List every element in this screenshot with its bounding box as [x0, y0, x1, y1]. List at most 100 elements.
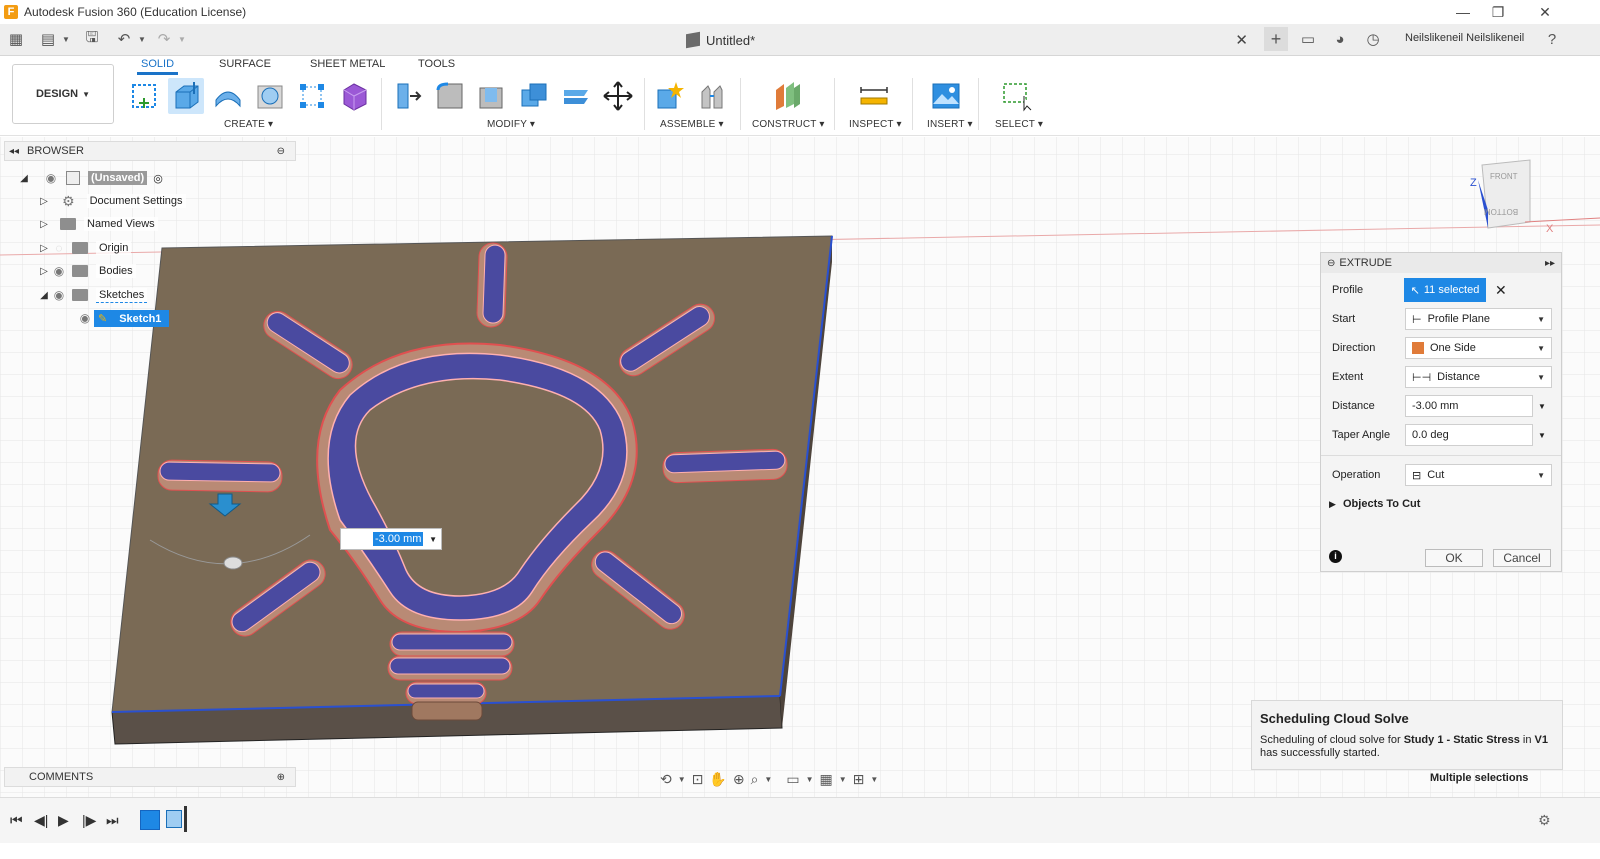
form-icon[interactable] [336, 78, 372, 114]
redo-icon[interactable]: ↷ [154, 29, 174, 49]
tab-tools[interactable]: TOOLS [414, 58, 459, 70]
chevron-down-icon[interactable]: ▼ [1538, 402, 1546, 411]
workspace-switcher[interactable]: DESIGN ▼ [12, 64, 114, 124]
measure-icon[interactable] [856, 78, 892, 114]
chevron-down-icon[interactable]: ▼ [839, 775, 847, 784]
tab-surface[interactable]: SURFACE [215, 58, 275, 70]
cancel-button[interactable]: Cancel [1493, 549, 1551, 567]
inspect-group-menu[interactable]: INSPECT ▾ [849, 119, 902, 130]
document-tab[interactable]: Untitled* ✕ [670, 28, 1270, 52]
tab-solid[interactable]: SOLID [137, 58, 179, 75]
file-menu-icon[interactable]: ▤ [38, 29, 58, 49]
orbit-icon[interactable]: ⟲ [660, 771, 672, 788]
expand-triangle-icon[interactable]: ▷ [38, 266, 50, 277]
visibility-eye-icon[interactable]: ◉ [50, 288, 68, 302]
extrude-icon[interactable] [168, 78, 204, 114]
insert-group-menu[interactable]: INSERT ▾ [927, 119, 973, 130]
browser-item-origin[interactable]: ▷ ◌ Origin [38, 238, 132, 258]
visibility-eye-icon[interactable]: ◉ [50, 264, 68, 278]
cloud-solve-notification[interactable]: Scheduling Cloud Solve Scheduling of clo… [1251, 700, 1563, 770]
clock-icon[interactable]: ◷ [1363, 29, 1383, 49]
pattern-icon[interactable] [294, 78, 330, 114]
collapse-triangle-icon[interactable]: ◢ [38, 290, 50, 301]
pan-hand-icon[interactable]: ✋ [709, 771, 726, 788]
fillet-icon[interactable] [432, 78, 468, 114]
zoom-window-icon[interactable]: ⌕ [751, 771, 759, 788]
new-component-icon[interactable] [652, 78, 688, 114]
start-dropdown[interactable]: ⊢ Profile Plane ▼ [1405, 308, 1552, 330]
expand-triangle-icon[interactable]: ▷ [38, 196, 50, 207]
comments-panel-header[interactable]: COMMENTS ⊕ [4, 767, 296, 787]
expand-dialog-icon[interactable]: ▸▸ [1545, 258, 1555, 269]
job-status-icon[interactable]: ◕ [1330, 29, 1350, 49]
assemble-group-menu[interactable]: ASSEMBLE ▾ [660, 119, 724, 130]
grid-settings-icon[interactable]: ▦ [819, 771, 832, 788]
data-panel-grid-icon[interactable]: ▦ [6, 29, 26, 49]
redo-dropdown-icon[interactable]: ▼ [172, 29, 192, 49]
create-sketch-icon[interactable] [126, 78, 162, 114]
help-icon[interactable]: ? [1542, 29, 1562, 49]
revolve-icon[interactable] [210, 78, 246, 114]
collapse-browser-icon[interactable]: ◂◂ [9, 146, 19, 157]
insert-image-icon[interactable] [928, 78, 964, 114]
construct-group-menu[interactable]: CONSTRUCT ▾ [752, 119, 825, 130]
select-group-menu[interactable]: SELECT ▾ [995, 119, 1043, 130]
visibility-eye-icon[interactable]: ◉ [42, 171, 60, 185]
clear-selection-icon[interactable]: ✕ [1495, 282, 1507, 299]
offset-face-icon[interactable] [558, 78, 594, 114]
expand-triangle-icon[interactable]: ▶ [1329, 499, 1336, 510]
chevron-down-icon[interactable]: ▼ [429, 535, 437, 544]
save-icon[interactable]: 🖫 [82, 29, 102, 49]
press-pull-icon[interactable] [390, 78, 426, 114]
visibility-eye-icon[interactable]: ◉ [76, 311, 94, 325]
step-forward-icon[interactable]: |▶ [82, 812, 96, 829]
expand-triangle-icon[interactable]: ▷ [38, 219, 50, 230]
extent-dropdown[interactable]: ⊢⊣ Distance ▼ [1405, 366, 1552, 388]
create-group-menu[interactable]: CREATE ▾ [224, 119, 273, 130]
chevron-down-icon[interactable]: ▼ [806, 775, 814, 784]
extrude-header[interactable]: ⊖ EXTRUDE ▸▸ [1321, 253, 1561, 273]
chevron-down-icon[interactable]: ▼ [870, 775, 878, 784]
viewports-icon[interactable]: ⊞ [853, 771, 865, 788]
viewcube-front-label[interactable]: FRONT [1490, 172, 1518, 181]
info-icon[interactable]: i [1329, 550, 1342, 563]
chevron-down-icon[interactable]: ▼ [56, 29, 76, 49]
restore-icon[interactable]: ❐ [1475, 0, 1521, 24]
close-window-icon[interactable]: ✕ [1522, 0, 1568, 24]
undo-icon[interactable]: ↶ [114, 29, 134, 49]
objects-to-cut-row[interactable]: ▶ Objects To Cut [1321, 491, 1561, 517]
direction-dropdown[interactable]: One Side ▼ [1405, 337, 1552, 359]
timeline-extrude-feature[interactable] [166, 810, 182, 828]
go-to-end-icon[interactable]: ⏭ [106, 812, 119, 829]
close-tab-icon[interactable]: ✕ [1235, 31, 1248, 49]
modify-group-menu[interactable]: MODIFY ▾ [487, 119, 535, 130]
timeline-sketch-feature[interactable] [140, 810, 160, 830]
new-tab-plus-icon[interactable]: + [1264, 27, 1288, 51]
select-window-icon[interactable] [998, 78, 1034, 114]
step-back-icon[interactable]: ◀| [34, 812, 48, 829]
collapse-triangle-icon[interactable]: ◢ [18, 173, 30, 184]
chevron-down-icon[interactable]: ▼ [678, 775, 686, 784]
chevron-down-icon[interactable]: ▼ [1538, 431, 1546, 440]
tab-sheet-metal[interactable]: SHEET METAL [306, 58, 389, 70]
visibility-eye-hidden-icon[interactable]: ◌ [50, 241, 68, 255]
minus-circle-icon[interactable]: ⊖ [1327, 258, 1335, 269]
minimize-panel-icon[interactable]: ⊖ [277, 146, 285, 157]
combine-icon[interactable] [516, 78, 552, 114]
hole-icon[interactable] [252, 78, 288, 114]
look-at-icon[interactable]: ⊡ [692, 771, 704, 788]
zoom-icon[interactable]: ⊕ [733, 771, 745, 788]
profile-selection-button[interactable]: ↖ 11 selected [1404, 278, 1486, 302]
comment-icon[interactable]: ▭ [1298, 29, 1318, 49]
operation-dropdown[interactable]: ⊟ Cut ▼ [1405, 464, 1552, 486]
add-comment-icon[interactable]: ⊕ [277, 772, 285, 783]
chevron-down-icon[interactable]: ▼ [764, 775, 772, 784]
timeline-marker[interactable] [184, 806, 187, 832]
browser-item-document-settings[interactable]: ▷ ⚙ Document Settings [38, 191, 186, 211]
viewcube-bottom-label[interactable]: BOTTOM [1484, 207, 1518, 216]
distance-input[interactable]: -3.00 mm [1405, 395, 1533, 417]
ok-button[interactable]: OK [1425, 549, 1483, 567]
activate-radio-icon[interactable]: ◎ [153, 172, 163, 185]
browser-item-sketches[interactable]: ◢ ◉ Sketches [38, 285, 148, 305]
dimension-value[interactable]: -3.00 mm [373, 532, 424, 546]
